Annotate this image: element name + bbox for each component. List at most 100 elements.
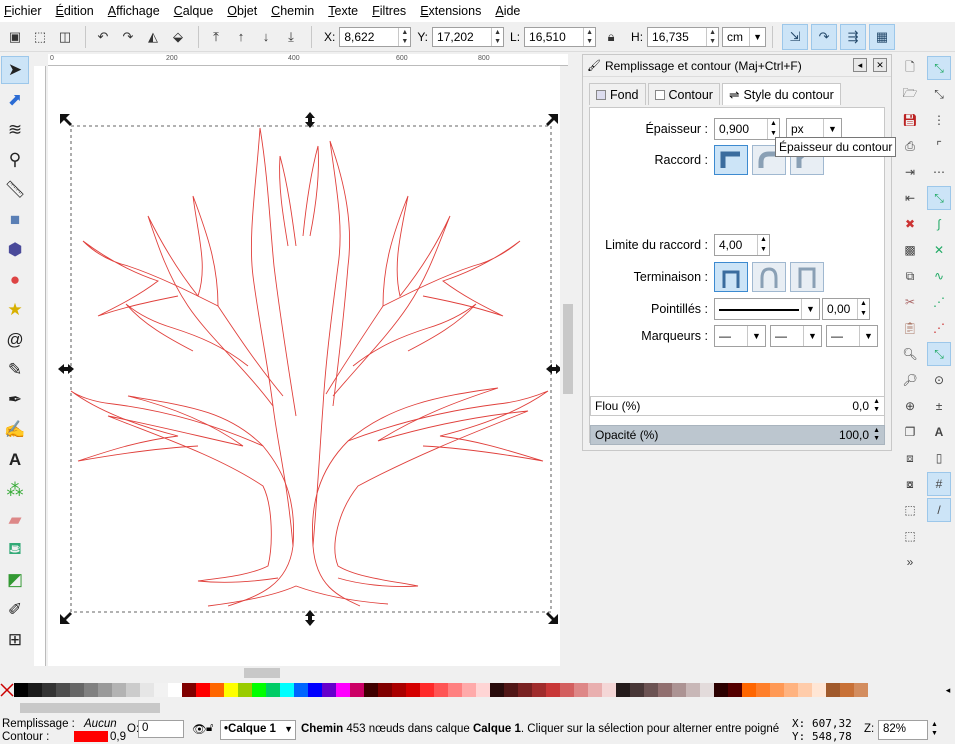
cap-round-icon[interactable] [752, 262, 786, 292]
color-swatch[interactable] [14, 683, 28, 697]
spiral-tool-icon[interactable]: @ [1, 326, 29, 354]
menu-chemin[interactable]: Chemin [271, 4, 314, 18]
stroke-color-swatch[interactable] [74, 731, 108, 742]
unit-select[interactable]: cm ▼ [722, 26, 767, 47]
eraser-tool-icon[interactable]: ▰ [1, 506, 29, 534]
print-icon[interactable]: ⎙ [898, 134, 922, 158]
color-swatch[interactable] [182, 683, 196, 697]
snap-smooth-nodes-icon[interactable]: ∿ [927, 264, 951, 288]
paint-bucket-tool-icon[interactable]: ⛾ [1, 536, 29, 564]
color-swatch[interactable] [84, 683, 98, 697]
color-swatch[interactable] [728, 683, 742, 697]
snap-center-icon[interactable]: ⊙ [927, 368, 951, 392]
undo-icon[interactable]: ✖ [898, 212, 922, 236]
new-document-icon[interactable]: 🗋︎ [898, 56, 922, 80]
chevron-down-icon[interactable]: ▼ [801, 299, 819, 319]
cap-square-icon[interactable] [790, 262, 824, 292]
spin-arrows-icon[interactable]: ▲ ▼ [491, 27, 503, 46]
pencil-tool-icon[interactable]: ✎ [1, 356, 29, 384]
color-swatch[interactable] [546, 683, 560, 697]
save-icon[interactable]: 💾︎ [898, 108, 922, 132]
start-marker-select[interactable]: — ▼ [714, 325, 766, 347]
menu-fichier[interactable]: Fichier [4, 4, 42, 18]
x-value[interactable]: 8,622 [340, 30, 398, 44]
spin-arrows-icon[interactable]: ▲ ▼ [873, 398, 880, 414]
cut-icon[interactable]: ✂ [898, 290, 922, 314]
color-swatch[interactable] [672, 683, 686, 697]
handle-left[interactable] [58, 364, 74, 374]
spin-arrows-icon[interactable]: ▲ ▼ [583, 27, 595, 46]
color-swatch[interactable] [686, 683, 700, 697]
chevron-down-icon[interactable]: ▼ [747, 326, 765, 346]
mid-marker-select[interactable]: — ▼ [770, 325, 822, 347]
fill-value[interactable]: Aucun [84, 718, 117, 730]
menu-texte[interactable]: Texte [328, 4, 358, 18]
zoom-drawing-icon[interactable]: 🔎︎ [898, 368, 922, 392]
lower-to-bottom-icon[interactable]: ⤓ [280, 26, 302, 48]
selector-tool-icon[interactable]: ➤ [1, 56, 29, 84]
snap-object-midpoint-icon[interactable]: ⋰ [927, 316, 951, 340]
color-swatch[interactable] [784, 683, 798, 697]
color-swatch[interactable] [308, 683, 322, 697]
snap-intersection-icon[interactable]: ✕ [927, 238, 951, 262]
height-spinbox[interactable]: 16,735 ▲ ▼ [647, 26, 720, 47]
lock-ratio-icon[interactable]: 🔒︎ [600, 26, 622, 48]
open-folder-icon[interactable]: 🗁︎ [898, 82, 922, 106]
color-swatch[interactable] [378, 683, 392, 697]
color-swatch[interactable] [98, 683, 112, 697]
tab-fill[interactable]: Fond [589, 83, 646, 105]
color-swatch[interactable] [476, 683, 490, 697]
spin-arrows-icon[interactable]: ▲ ▼ [857, 299, 869, 319]
color-swatch[interactable] [770, 683, 784, 697]
connector-tool-icon[interactable]: ⊞ [1, 626, 29, 654]
select-all-icon[interactable]: ▣ [4, 26, 26, 48]
color-swatch[interactable] [798, 683, 812, 697]
chevron-down-icon[interactable]: ▼ [823, 119, 841, 139]
color-swatch[interactable] [70, 683, 84, 697]
chevron-down-icon[interactable]: ▼ [803, 326, 821, 346]
color-swatch[interactable] [812, 683, 826, 697]
palette-scrollbar[interactable] [0, 700, 955, 716]
color-swatch[interactable] [112, 683, 126, 697]
color-swatch[interactable] [658, 683, 672, 697]
color-swatch[interactable] [294, 683, 308, 697]
color-swatch[interactable] [616, 683, 630, 697]
handle-bottom-left[interactable] [60, 612, 72, 624]
color-swatch[interactable] [854, 683, 868, 697]
zoom-value[interactable]: 82% [883, 723, 906, 735]
color-swatch[interactable] [364, 683, 378, 697]
handle-right[interactable] [546, 364, 560, 374]
color-swatch[interactable] [406, 683, 420, 697]
menu-filtres[interactable]: Filtres [372, 4, 406, 18]
measure-tool-icon[interactable]: 📏︎ [1, 176, 29, 204]
tab-stroke-style[interactable]: ⇌ Style du contour [721, 83, 841, 105]
color-swatch[interactable] [280, 683, 294, 697]
snap-path-icon[interactable]: ∫ [927, 212, 951, 236]
move-gradients-icon[interactable]: ⇶ [840, 23, 867, 50]
export-icon[interactable]: ⇤ [898, 186, 922, 210]
color-swatch[interactable] [434, 683, 448, 697]
rectangle-tool-icon[interactable]: ■ [1, 206, 29, 234]
handle-top-left[interactable] [60, 114, 72, 126]
stroke-width-value[interactable]: 0,9 [110, 731, 126, 743]
vertical-scrollbar[interactable] [560, 66, 576, 666]
color-swatch[interactable] [252, 683, 266, 697]
color-swatch[interactable] [322, 683, 336, 697]
zoom-page-icon[interactable]: ⊕ [898, 394, 922, 418]
color-swatch[interactable] [224, 683, 238, 697]
color-swatch[interactable] [28, 683, 42, 697]
blur-value[interactable]: 0,0 [852, 399, 869, 413]
color-swatch[interactable] [700, 683, 714, 697]
chevron-down-icon[interactable]: ▼ [859, 326, 877, 346]
spin-arrows-icon[interactable]: ▲ ▼ [931, 720, 938, 738]
color-swatch[interactable] [196, 683, 210, 697]
opacity-value[interactable]: 100,0 [839, 428, 869, 442]
color-swatch[interactable] [140, 683, 154, 697]
palette-menu-icon[interactable]: ◂ [941, 683, 955, 699]
gradient-tool-icon[interactable]: ◩ [1, 566, 29, 594]
x-spinbox[interactable]: 8,622 ▲ ▼ [339, 26, 412, 47]
paste-icon[interactable]: 📋︎ [898, 316, 922, 340]
spin-arrows-icon[interactable]: ▲ ▼ [398, 27, 410, 46]
horizontal-ruler[interactable]: 0 200 400 600 800 [48, 54, 568, 66]
calligraphy-tool-icon[interactable]: ✍ [1, 416, 29, 444]
